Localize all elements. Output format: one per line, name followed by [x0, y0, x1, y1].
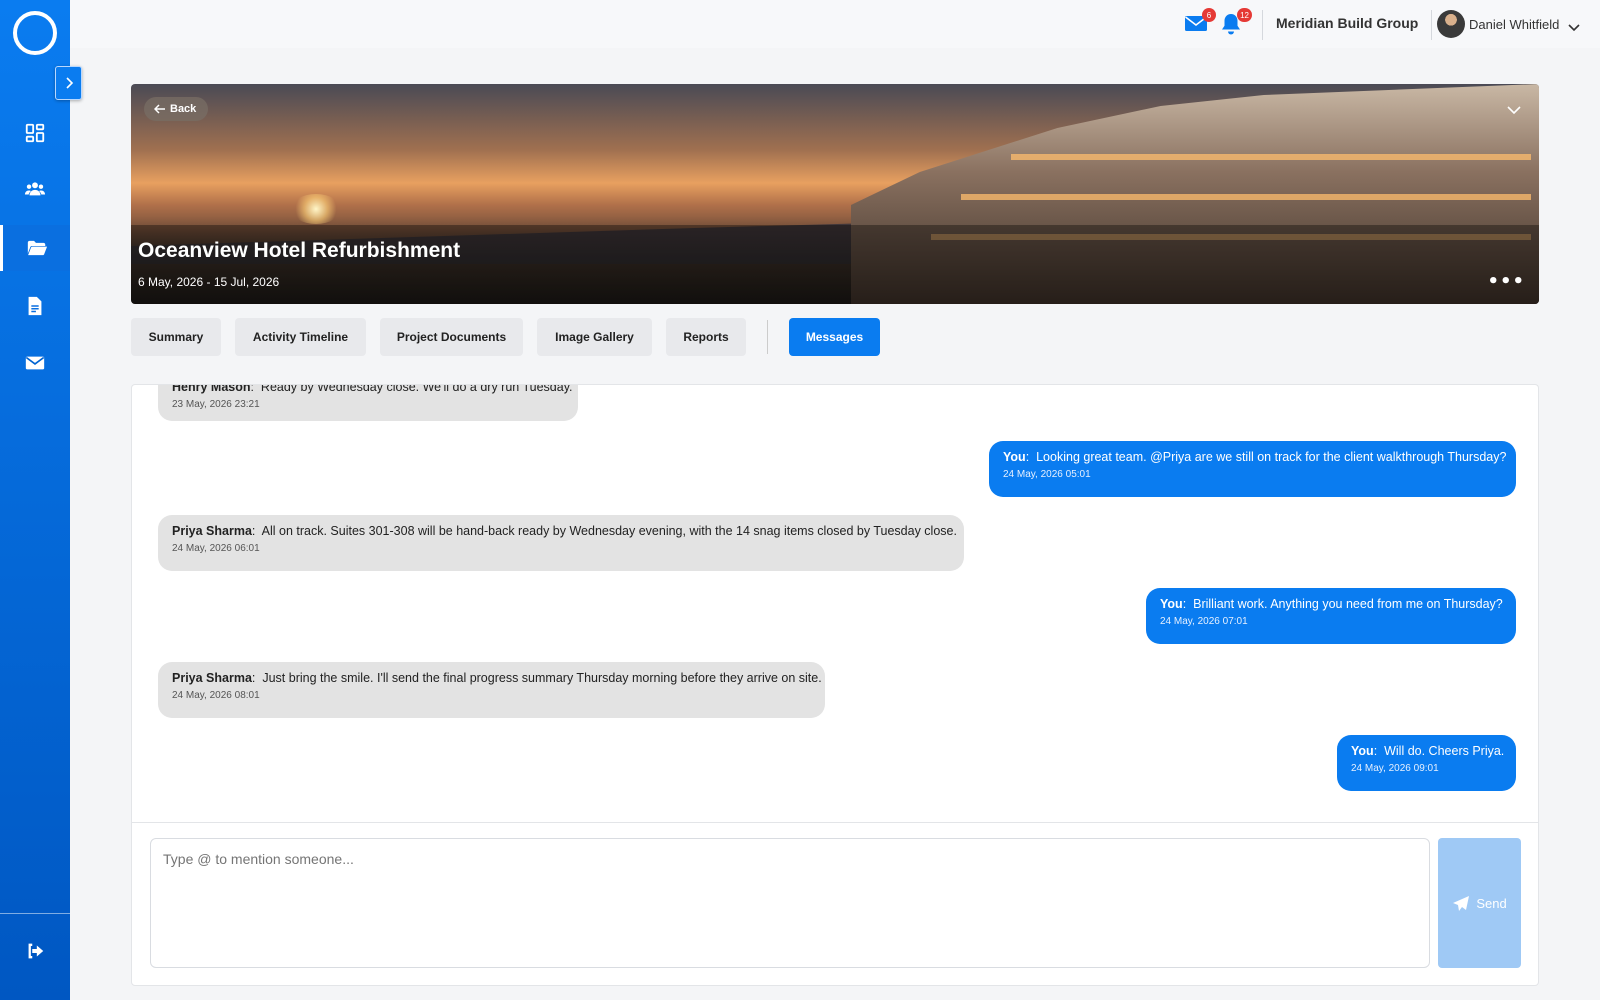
mail-button[interactable]: 6: [1184, 8, 1216, 36]
message-sender: You: [1160, 597, 1183, 611]
topbar-divider: [1431, 10, 1432, 40]
dashboard-icon: [25, 123, 45, 143]
message-thread[interactable]: Henry Mason: Ready by Wednesday close. W…: [131, 384, 1539, 822]
message-bubble: You: Looking great team. @Priya are we s…: [989, 441, 1516, 497]
banner-image-sun: [291, 194, 341, 224]
notifications-badge: 12: [1237, 8, 1252, 22]
back-button[interactable]: Back: [144, 97, 209, 121]
sidebar-item-documents[interactable]: [0, 283, 70, 329]
message-input[interactable]: [150, 838, 1430, 968]
message-bubble: Priya Sharma: All on track. Suites 301-3…: [158, 515, 964, 571]
message-sender: You: [1003, 450, 1026, 464]
tab-activity-timeline[interactable]: Activity Timeline: [235, 318, 366, 356]
document-icon: [28, 296, 42, 316]
message-text: Ready by Wednesday close. We'll do a dry…: [260, 384, 573, 394]
project-dates: 6 May, 2026 - 15 Jul, 2026: [138, 275, 280, 289]
sidebar-item-dashboard[interactable]: [0, 110, 70, 156]
user-name[interactable]: Daniel Whitfield: [1469, 17, 1559, 32]
topbar-divider: [1262, 10, 1263, 40]
tab-summary[interactable]: Summary: [131, 318, 221, 356]
user-menu-chevron[interactable]: [1568, 17, 1580, 36]
message-time: 24 May, 2026 06:01: [172, 543, 260, 554]
message-sender: You: [1351, 744, 1374, 758]
envelope-icon: [25, 356, 45, 370]
tab-project-documents[interactable]: Project Documents: [380, 318, 523, 356]
message-time: 24 May, 2026 08:01: [172, 690, 260, 701]
sidebar-item-projects[interactable]: [0, 225, 70, 271]
message-sender: Priya Sharma: [172, 671, 252, 685]
sidebar: [0, 0, 70, 1000]
tab-image-gallery[interactable]: Image Gallery: [537, 318, 652, 356]
message-text: All on track. Suites 301-308 will be han…: [261, 524, 957, 538]
app-logo[interactable]: [13, 11, 57, 55]
more-options-button[interactable]: •••: [1487, 273, 1525, 291]
tab-divider: [767, 320, 768, 354]
send-label: Send: [1476, 895, 1507, 911]
banner-collapse-button[interactable]: [1507, 100, 1521, 119]
notifications-button[interactable]: 12: [1220, 8, 1252, 36]
logout-button[interactable]: [0, 928, 70, 974]
message-bubble: Priya Sharma: Just bring the smile. I'll…: [158, 662, 825, 718]
message-time: 24 May, 2026 05:01: [1003, 469, 1091, 480]
chevron-down-icon: [1568, 24, 1580, 32]
message-bubble: You: Will do. Cheers Priya. 24 May, 2026…: [1337, 735, 1516, 791]
paper-plane-icon: [1453, 895, 1470, 911]
send-button[interactable]: Send: [1438, 838, 1521, 968]
tab-messages[interactable]: Messages: [789, 318, 880, 356]
chevron-down-icon: [1507, 106, 1521, 115]
sidebar-expand-button[interactable]: [55, 66, 82, 100]
message-time: 24 May, 2026 07:01: [1160, 616, 1248, 627]
message-bubble: Henry Mason: Ready by Wednesday close. W…: [158, 384, 578, 421]
logout-icon: [28, 943, 44, 959]
banner-caption-band: [131, 225, 1539, 304]
message-time: 24 May, 2026 09:01: [1351, 763, 1439, 774]
message-text: Will do. Cheers Priya.: [1384, 744, 1505, 758]
message-text: Just bring the smile. I'll send the fina…: [262, 671, 822, 685]
banner-image-windows: [961, 194, 1531, 200]
composer-divider: [131, 822, 1539, 823]
message-text: Brilliant work. Anything you need from m…: [1193, 597, 1503, 611]
sidebar-divider: [0, 913, 70, 914]
chevron-right-icon: [65, 77, 73, 89]
avatar[interactable]: [1437, 10, 1465, 38]
folder-open-icon: [27, 240, 47, 256]
message-time: 23 May, 2026 23:21: [172, 399, 260, 410]
banner-image-windows: [1011, 154, 1531, 160]
project-banner: Back Oceanview Hotel Refurbishment 6 May…: [131, 84, 1539, 304]
message-bubble: You: Brilliant work. Anything you need f…: [1146, 588, 1516, 644]
mail-badge: 6: [1202, 8, 1216, 22]
tab-reports[interactable]: Reports: [666, 318, 746, 356]
message-sender: Henry Mason: [172, 384, 251, 394]
sidebar-item-messages[interactable]: [0, 340, 70, 386]
back-label: Back: [170, 103, 197, 115]
users-icon: [24, 182, 46, 196]
message-text: Looking great team. @Priya are we still …: [1036, 450, 1507, 464]
company-name: Meridian Build Group: [1276, 15, 1419, 31]
sidebar-item-users[interactable]: [0, 166, 70, 212]
arrow-left-icon: [154, 104, 165, 114]
project-title: Oceanview Hotel Refurbishment: [138, 239, 461, 262]
message-sender: Priya Sharma: [172, 524, 252, 538]
